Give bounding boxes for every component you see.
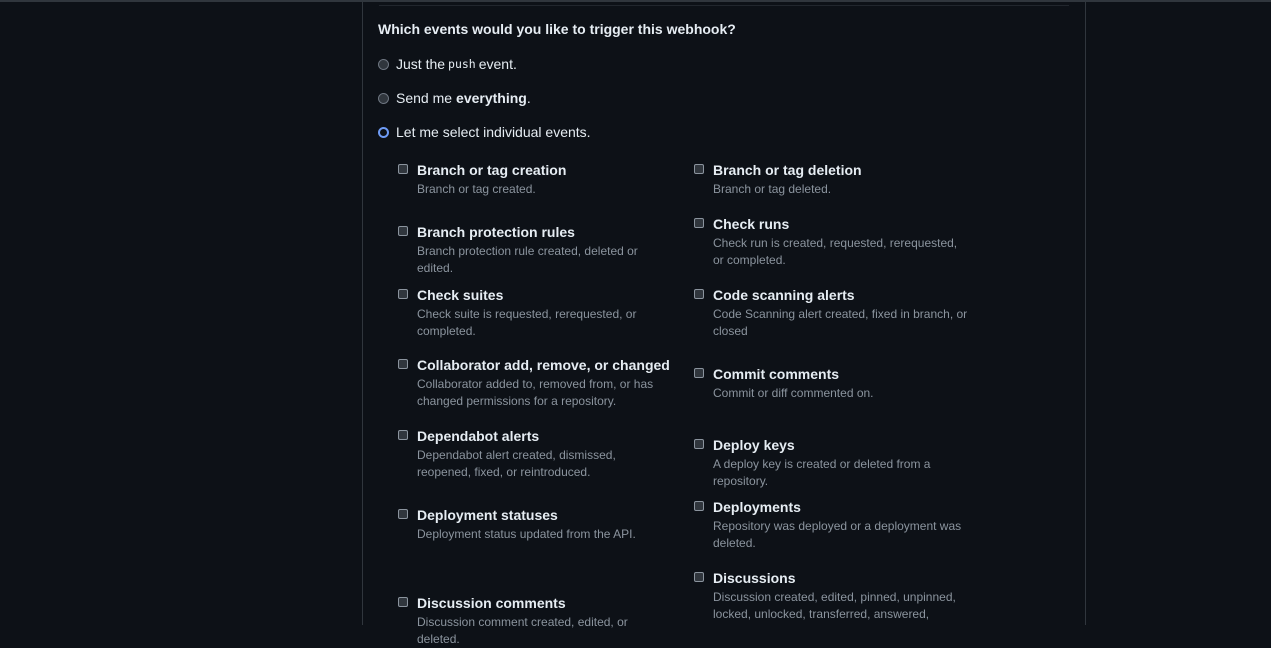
radio-button-selected[interactable] (378, 126, 389, 138)
radio-label-prefix: Send me (396, 90, 453, 106)
event-title: Collaborator add, remove, or changed (417, 357, 670, 373)
event-title: Deployment statuses (417, 507, 558, 523)
event-description: Branch or tag created. (417, 182, 536, 196)
event-description: Collaborator added to, removed from, or … (417, 377, 654, 408)
event-description: Check suite is requested, rerequested, o… (417, 307, 637, 338)
event-title: Branch protection rules (417, 224, 575, 240)
event-title: Deploy keys (713, 437, 795, 453)
events-question: Which events would you like to trigger t… (378, 21, 736, 37)
radio-individual-events[interactable]: Let me select individual events. (378, 124, 591, 140)
event-description: Check run is created, requested, rereque… (713, 236, 958, 267)
event-description: Code Scanning alert created, fixed in br… (713, 307, 968, 338)
radio-label-suffix: . (526, 90, 531, 106)
radio-button[interactable] (378, 92, 389, 104)
event-checkbox[interactable] (398, 430, 408, 440)
event-title: Discussions (713, 570, 796, 586)
radio-push-event[interactable]: Just the push event. (378, 56, 517, 72)
event-description: Dependabot alert created, dismissed, reo… (417, 448, 616, 479)
event-description: Branch protection rule created, deleted … (417, 244, 638, 275)
event-checkbox[interactable] (398, 509, 408, 519)
event-description: A deploy key is created or deleted from … (713, 457, 931, 488)
radio-everything[interactable]: Send me everything . (378, 90, 531, 106)
event-title: Discussion comments (417, 595, 566, 611)
event-title: Check runs (713, 216, 790, 232)
event-title: Commit comments (713, 366, 840, 382)
event-title: Dependabot alerts (417, 428, 540, 444)
radio-label-suffix: event. (478, 56, 517, 72)
event-description: Deployment status updated from the API. (417, 527, 636, 541)
event-checkbox[interactable] (694, 164, 704, 174)
section-divider (379, 5, 1069, 6)
event-checkbox[interactable] (398, 289, 408, 299)
event-checkbox[interactable] (694, 501, 704, 511)
event-description: Commit or diff commented on. (713, 386, 874, 400)
radio-label-prefix: Just the (396, 56, 446, 72)
event-checkbox[interactable] (694, 289, 704, 299)
event-checkbox[interactable] (694, 439, 704, 449)
event-title: Branch or tag deletion (713, 162, 862, 178)
radio-label: Let me select individual events. (396, 124, 591, 140)
radio-label-bold: everything (456, 90, 527, 106)
event-checkbox[interactable] (694, 218, 704, 228)
event-title: Deployments (713, 499, 801, 515)
event-title: Code scanning alerts (713, 287, 855, 303)
event-checkbox[interactable] (398, 597, 408, 607)
event-description: Discussion created, edited, pinned, unpi… (713, 590, 956, 621)
event-description: Branch or tag deleted. (713, 182, 832, 196)
event-checkbox[interactable] (694, 572, 704, 582)
event-title: Check suites (417, 287, 504, 303)
event-description: Discussion comment created, edited, or d… (417, 615, 628, 646)
event-description: Repository was deployed or a deployment … (713, 519, 962, 550)
event-checkbox[interactable] (398, 359, 408, 369)
push-code: push (448, 57, 476, 71)
event-checkbox[interactable] (694, 368, 704, 378)
event-title: Branch or tag creation (417, 162, 567, 178)
webhook-events-panel: Which events would you like to trigger t… (362, 0, 1086, 646)
event-checkbox[interactable] (398, 164, 408, 174)
radio-button[interactable] (378, 58, 389, 70)
event-checkbox[interactable] (398, 226, 408, 236)
